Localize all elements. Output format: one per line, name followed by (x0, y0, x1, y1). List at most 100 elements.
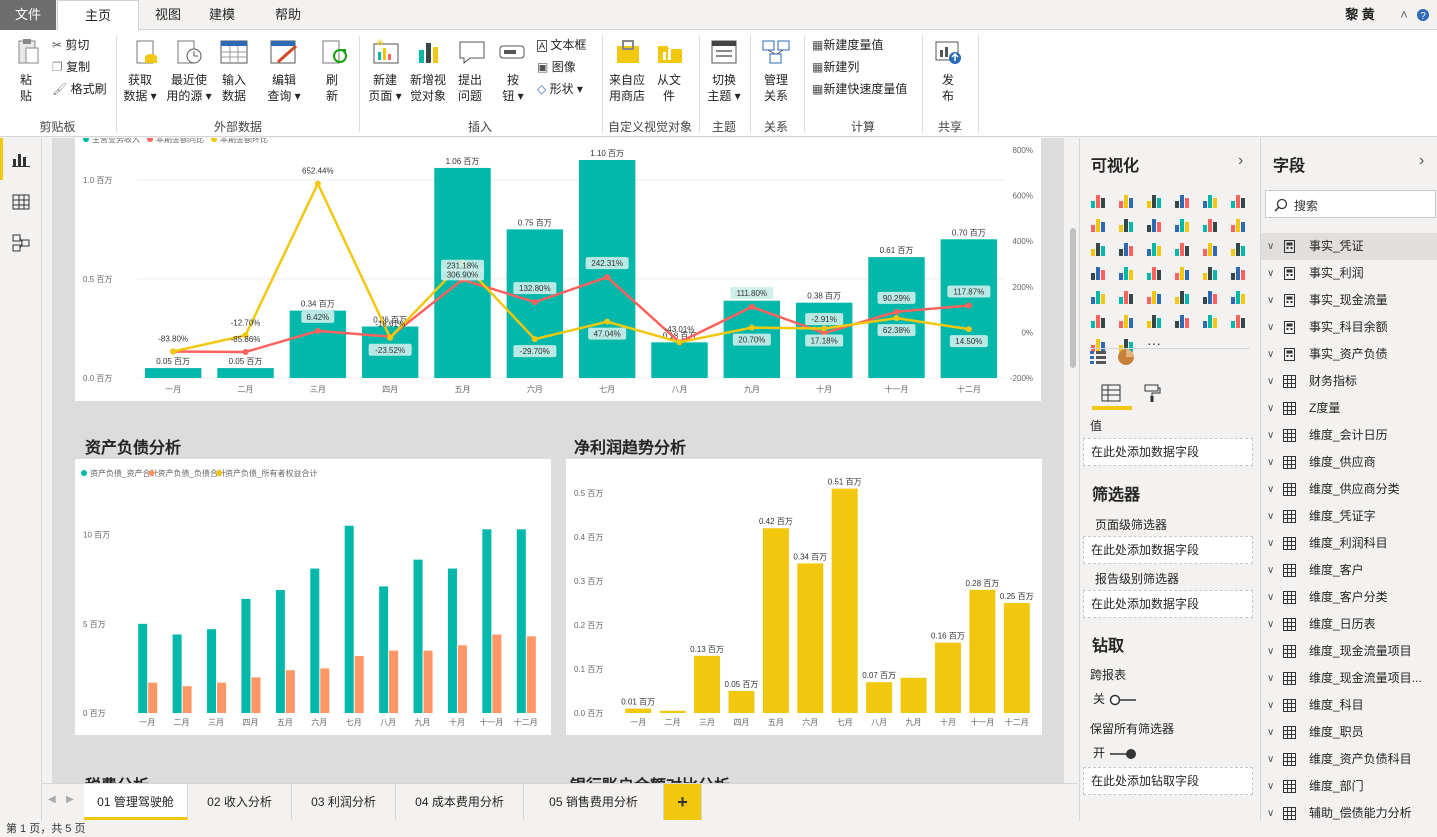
chevron-down-icon[interactable]: ∨ (1267, 530, 1274, 557)
mom-line-point[interactable] (170, 348, 177, 355)
visual-type-icon[interactable] (1201, 191, 1219, 209)
chevron-down-icon[interactable]: ∨ (1267, 611, 1274, 638)
liabilities-bar[interactable] (526, 636, 536, 713)
visual-type-icon[interactable] (1229, 311, 1247, 329)
field-table-item[interactable]: ∨ 维度_供应商分类 (1261, 476, 1437, 503)
cross-report-toggle[interactable]: 关 (1093, 690, 1138, 707)
balance-chart[interactable]: 资产负债_资产合计 资产负债_负债合计 资产负债_所有者权益合计 10 百万 5 百万 0… (75, 459, 551, 735)
chevron-down-icon[interactable]: ∨ (1267, 692, 1274, 719)
field-table-item[interactable]: ∨ 事实_科目余额 (1261, 314, 1437, 341)
format-painter-button[interactable]: 🖌 格式刷 (52, 81, 107, 97)
chevron-down-icon[interactable]: ∨ (1267, 584, 1274, 611)
visual-type-icon[interactable] (1229, 287, 1247, 305)
assets-bar[interactable] (482, 529, 492, 713)
visual-type-icon[interactable] (1173, 215, 1191, 233)
assets-bar[interactable] (379, 586, 389, 713)
visual-type-icon[interactable] (1089, 287, 1107, 305)
yoy-line-point[interactable] (314, 327, 321, 334)
edit-queries-button[interactable]: 编辑 查询 ▾ (262, 72, 306, 104)
visual-type-icon[interactable] (1173, 191, 1191, 209)
visual-type-icon[interactable] (1229, 191, 1247, 209)
visual-type-icon[interactable] (1089, 191, 1107, 209)
chevron-down-icon[interactable]: ∨ (1267, 746, 1274, 773)
profit-bar[interactable] (625, 708, 652, 713)
assets-bar[interactable] (516, 529, 526, 713)
visual-type-icon[interactable] (1089, 311, 1107, 329)
yoy-line-point[interactable] (604, 274, 611, 281)
visual-type-icon[interactable] (1089, 215, 1107, 233)
page-filters-dropzone[interactable]: 在此处添加数据字段 (1083, 536, 1253, 564)
manage-relationships-button[interactable]: 管理 关系 (758, 72, 794, 104)
page-tab-5[interactable]: 05 销售费用分析 (524, 784, 664, 820)
assets-bar[interactable] (275, 589, 285, 713)
liabilities-bar[interactable] (492, 634, 502, 713)
yoy-line-point[interactable] (531, 299, 538, 306)
fields-search-box[interactable]: 搜索 (1265, 190, 1436, 218)
yoy-line-point[interactable] (965, 302, 972, 309)
chevron-down-icon[interactable]: ∨ (1267, 557, 1274, 584)
assets-bar[interactable] (447, 568, 457, 713)
mom-line-point[interactable] (821, 325, 828, 332)
visual-type-icon[interactable] (1117, 215, 1135, 233)
field-table-item[interactable]: ∨ 辅助_偿债能力分析 (1261, 800, 1437, 827)
profit-bar[interactable] (900, 677, 927, 713)
field-table-item[interactable]: ∨ 维度_会计日历 (1261, 422, 1437, 449)
assets-bar[interactable] (207, 629, 217, 713)
slicer-list-icon[interactable] (1089, 349, 1107, 365)
chevron-down-icon[interactable]: ∨ (1267, 422, 1274, 449)
tab-home[interactable]: 主页 (57, 0, 139, 31)
field-table-item[interactable]: ∨ 财务指标 (1261, 368, 1437, 395)
liabilities-bar[interactable] (285, 670, 295, 713)
drillthrough-dropzone[interactable]: 在此处添加钻取字段 (1083, 767, 1253, 795)
profit-bar[interactable] (1003, 603, 1030, 713)
new-visual-button[interactable]: 新增视 觉对象 (408, 72, 448, 104)
visual-type-icon[interactable] (1201, 263, 1219, 281)
chevron-down-icon[interactable]: ∨ (1267, 395, 1274, 422)
visual-type-icon[interactable] (1229, 263, 1247, 281)
new-measure-button[interactable]: ▦新建度量值 (812, 37, 883, 53)
report-view-icon[interactable] (12, 151, 30, 167)
chevron-down-icon[interactable]: ∨ (1267, 314, 1274, 341)
visual-type-icon[interactable] (1145, 287, 1163, 305)
visual-type-icon[interactable] (1089, 263, 1107, 281)
visual-type-icon[interactable] (1173, 311, 1191, 329)
refresh-button[interactable]: 刷新 (320, 72, 344, 104)
field-table-item[interactable]: ∨ 事实_利润 (1261, 260, 1437, 287)
mom-line-point[interactable] (531, 336, 538, 343)
chevron-down-icon[interactable]: ∨ (1267, 368, 1274, 395)
profit-bar[interactable] (659, 710, 686, 713)
field-table-item[interactable]: ∨ 维度_客户分类 (1261, 584, 1437, 611)
copy-button[interactable]: ❐ 复制 (52, 59, 90, 75)
tab-view[interactable]: 视图 (140, 0, 196, 30)
chevron-down-icon[interactable]: ∨ (1267, 638, 1274, 665)
visual-type-icon[interactable] (1145, 215, 1163, 233)
get-data-button[interactable]: 获取 数据 ▾ (122, 72, 158, 104)
visual-type-icon[interactable] (1229, 215, 1247, 233)
visual-type-icon[interactable] (1229, 239, 1247, 257)
visual-type-icon[interactable] (1145, 311, 1163, 329)
mom-line-point[interactable] (604, 318, 611, 325)
visual-type-icon[interactable] (1201, 239, 1219, 257)
assets-bar[interactable] (344, 525, 354, 713)
field-table-item[interactable]: ∨ 事实_现金流量 (1261, 287, 1437, 314)
visual-type-icon[interactable] (1173, 287, 1191, 305)
visual-type-icon[interactable] (1089, 239, 1107, 257)
model-view-icon[interactable] (12, 234, 30, 252)
chevron-down-icon[interactable]: ∨ (1267, 287, 1274, 314)
liabilities-bar[interactable] (457, 645, 467, 713)
revenue-bar[interactable] (217, 368, 274, 378)
field-table-item[interactable]: ∨ 事实_资产负债 (1261, 341, 1437, 368)
profit-bar[interactable] (831, 488, 858, 713)
field-table-item[interactable]: ∨ 维度_客户 (1261, 557, 1437, 584)
scrollbar-thumb[interactable] (1070, 228, 1076, 368)
assets-bar[interactable] (413, 559, 423, 713)
visual-type-icon[interactable] (1145, 191, 1163, 209)
liabilities-bar[interactable] (148, 682, 158, 713)
user-name[interactable]: 黎 黄 (1340, 0, 1380, 30)
liabilities-bar[interactable] (320, 668, 330, 713)
field-table-item[interactable]: ∨ 维度_资产负债科目 (1261, 746, 1437, 773)
visual-type-icon[interactable] (1145, 239, 1163, 257)
profit-bar[interactable] (934, 642, 961, 713)
visual-type-icon[interactable] (1117, 311, 1135, 329)
mom-line-point[interactable] (314, 180, 321, 187)
